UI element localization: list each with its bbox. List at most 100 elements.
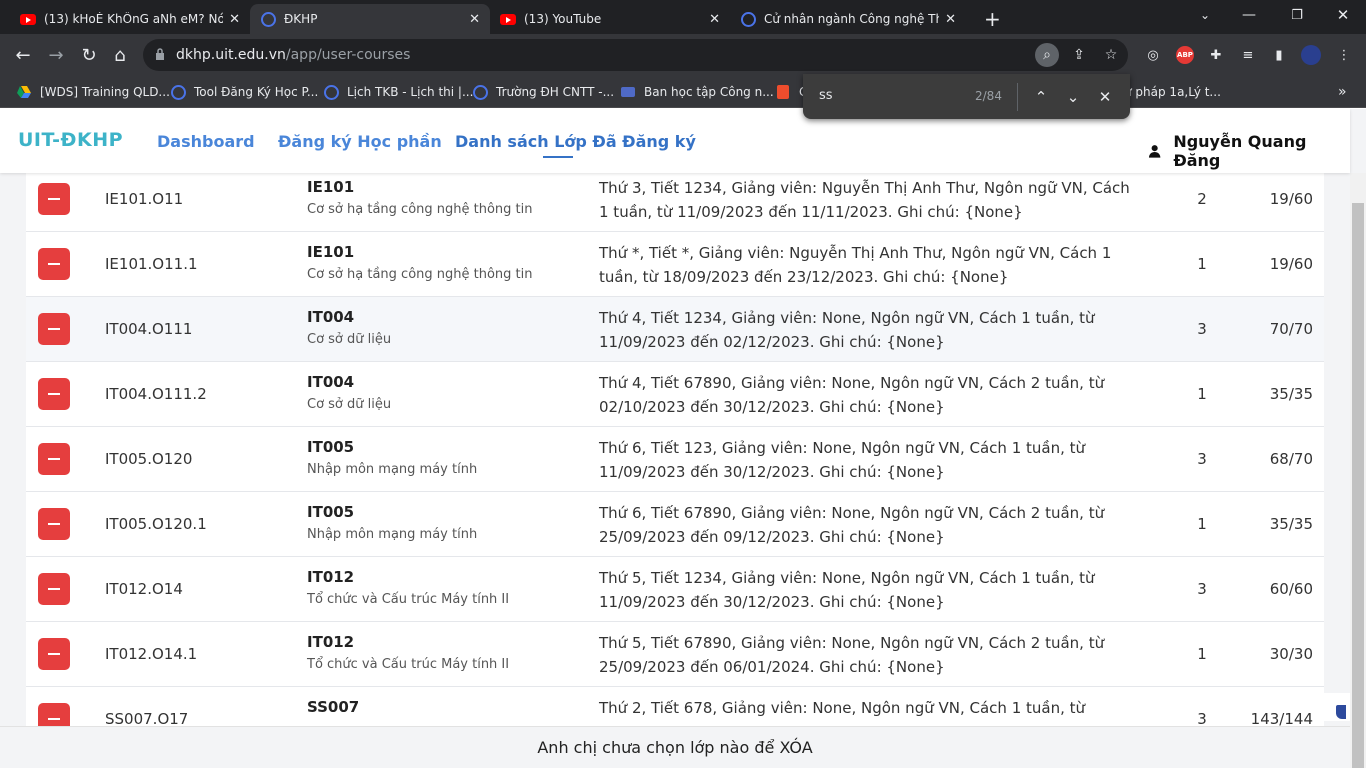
brand-logo[interactable]: UIT-ĐKHP <box>18 129 123 151</box>
google-drive-icon <box>16 84 32 100</box>
tab-title: (13) YouTube <box>524 12 602 26</box>
course-name: Cơ sở dữ liệu <box>307 332 392 347</box>
tab-dkhp[interactable]: ĐKHP ✕ <box>250 4 490 34</box>
bookmark-item[interactable]: [WDS] Training QLD... <box>16 82 170 102</box>
course-name: Cơ sở hạ tầng công nghệ thông tin <box>307 202 533 217</box>
course-code: IT004 <box>307 373 355 391</box>
bookmark-star-icon[interactable]: ☆ <box>1099 43 1123 67</box>
table-row: IE101.O11 IE101 Cơ sở hạ tầng công nghệ … <box>26 167 1324 232</box>
bookmark-item[interactable]: Ban học tập Công n... <box>620 82 774 102</box>
nav-registered-classes[interactable]: Danh sách Lớp Đã Đăng ký <box>455 132 696 151</box>
table-row: IT005.O120 IT005 Nhập môn mạng máy tính … <box>26 427 1324 492</box>
minus-icon <box>48 262 60 266</box>
chevron-up-icon[interactable]: ⌃ <box>1029 85 1053 109</box>
url-text: dkhp.uit.edu.vn/app/user-courses <box>176 47 411 63</box>
share-icon[interactable]: ⇪ <box>1067 43 1091 67</box>
profile-avatar[interactable] <box>1300 44 1322 66</box>
menu-icon[interactable]: ⋮ <box>1333 44 1355 66</box>
class-id: IE101.O11 <box>105 190 184 208</box>
address-bar[interactable]: dkhp.uit.edu.vn/app/user-courses ⌕ ⇪ ☆ <box>143 39 1128 71</box>
table-row: IT004.O111.2 IT004 Cơ sở dữ liệu Thứ 4, … <box>26 362 1324 427</box>
close-icon[interactable]: ✕ <box>709 12 720 27</box>
minus-icon <box>48 522 60 526</box>
enrollment: 19/60 <box>1269 190 1313 208</box>
back-icon[interactable]: ← <box>10 42 36 68</box>
class-schedule: Thứ 2, Tiết 678, Giảng viên: None, Ngôn … <box>599 699 1086 717</box>
class-schedule: Thứ *, Tiết *, Giảng viên: Nguyễn Thị An… <box>599 244 1112 286</box>
table-row: IT012.O14 IT012 Tổ chức và Cấu trúc Máy … <box>26 557 1324 622</box>
window-close-button[interactable]: ✕ <box>1330 2 1356 28</box>
credits: 1 <box>1197 385 1207 403</box>
credits: 3 <box>1197 580 1207 598</box>
page-content: UIT-ĐKHP Dashboard Đăng ký Học phần Danh… <box>0 109 1366 768</box>
close-icon[interactable]: ✕ <box>229 12 240 27</box>
tab-uit-course[interactable]: Cử nhân ngành Công nghệ Thôn ✕ <box>730 4 966 34</box>
course-code: IT012 <box>307 568 355 586</box>
remove-class-button[interactable] <box>38 573 70 605</box>
close-icon[interactable]: ✕ <box>1093 85 1117 109</box>
scrollbar-thumb[interactable] <box>1352 203 1364 768</box>
side-panel-icon[interactable]: ▮ <box>1268 44 1290 66</box>
bookmark-item[interactable]: Trường ĐH CNTT -... <box>472 82 614 102</box>
class-id: IT004.O111 <box>105 320 193 338</box>
minus-icon <box>48 652 60 656</box>
class-schedule: Thứ 4, Tiết 1234, Giảng viên: None, Ngôn… <box>599 309 1095 351</box>
bookmark-item[interactable]: Lịch TKB - Lịch thi |... <box>323 82 473 102</box>
restore-button[interactable]: ❐ <box>1284 2 1310 28</box>
remove-class-button[interactable] <box>38 183 70 215</box>
minus-icon <box>48 327 60 331</box>
reload-icon[interactable]: ↻ <box>76 42 102 68</box>
class-schedule: Thứ 4, Tiết 67890, Giảng viên: None, Ngô… <box>599 374 1105 416</box>
credits: 1 <box>1197 515 1207 533</box>
uit-icon <box>323 84 339 100</box>
course-name: Tổ chức và Cấu trúc Máy tính II <box>307 592 510 607</box>
chevron-down-icon[interactable]: ⌄ <box>1061 85 1085 109</box>
adblock-icon[interactable]: ABP <box>1174 44 1196 66</box>
media-control-icon[interactable]: ≡ <box>1237 44 1259 66</box>
tab-title: Cử nhân ngành Công nghệ Thôn <box>764 12 940 26</box>
tab-title: ĐKHP <box>284 12 318 26</box>
remove-class-button[interactable] <box>38 638 70 670</box>
course-name: Cơ sở dữ liệu <box>307 397 392 412</box>
nav-dashboard[interactable]: Dashboard <box>157 132 255 151</box>
nav-register-course[interactable]: Đăng ký Học phần <box>278 132 442 151</box>
enrollment: 30/30 <box>1269 645 1313 663</box>
lock-icon <box>156 48 164 60</box>
remove-class-button[interactable] <box>38 248 70 280</box>
bookmark-item[interactable]: Tool Đăng Ký Học P... <box>170 82 318 102</box>
remove-class-button[interactable] <box>38 378 70 410</box>
home-icon[interactable]: ⌂ <box>107 42 133 68</box>
uit-icon <box>740 11 756 27</box>
table-row: IE101.O11.1 IE101 Cơ sở hạ tầng công ngh… <box>26 232 1324 297</box>
class-id: IT005.O120.1 <box>105 515 207 533</box>
find-input[interactable]: ss <box>819 88 833 103</box>
find-in-page-icon[interactable]: ⌕ <box>1035 43 1059 67</box>
group-icon <box>620 84 636 100</box>
minimize-button[interactable]: — <box>1236 2 1262 28</box>
bookmark-item[interactable]: ữ pháp 1a,Lý t... <box>1124 82 1221 102</box>
tab-title: (13) kHoÉ KhÔnG aNh eM? Nói n <box>44 12 224 26</box>
extension-glasses-icon[interactable]: ◎ <box>1142 44 1164 66</box>
app-header: UIT-ĐKHP Dashboard Đăng ký Học phần Danh… <box>0 109 1350 173</box>
enrollment: 35/35 <box>1269 385 1313 403</box>
find-count: 2/84 <box>975 89 1002 103</box>
scrollbar[interactable] <box>1350 173 1366 768</box>
new-tab-button[interactable]: + <box>974 4 1004 34</box>
forward-icon[interactable]: → <box>43 42 69 68</box>
youtube-icon <box>20 11 36 27</box>
tab-search-icon[interactable]: ⌄ <box>1192 2 1218 28</box>
remove-class-button[interactable] <box>38 443 70 475</box>
tab-youtube-2[interactable]: (13) YouTube ✕ <box>490 4 730 34</box>
enrollment: 68/70 <box>1269 450 1313 468</box>
close-icon[interactable]: ✕ <box>945 12 956 27</box>
extensions-puzzle-icon[interactable]: ✚ <box>1205 44 1227 66</box>
remove-class-button[interactable] <box>38 508 70 540</box>
user-menu[interactable]: Nguyễn Quang Đăng <box>1148 132 1350 170</box>
remove-class-button[interactable] <box>38 313 70 345</box>
close-icon[interactable]: ✕ <box>469 12 480 27</box>
uit-icon <box>170 84 186 100</box>
more-bookmarks-icon[interactable]: » <box>1338 82 1347 102</box>
tab-youtube-1[interactable]: (13) kHoÉ KhÔnG aNh eM? Nói n ✕ <box>10 4 250 34</box>
table-row: IT004.O111 IT004 Cơ sở dữ liệu Thứ 4, Ti… <box>26 297 1324 362</box>
floating-widget[interactable] <box>1324 693 1350 721</box>
